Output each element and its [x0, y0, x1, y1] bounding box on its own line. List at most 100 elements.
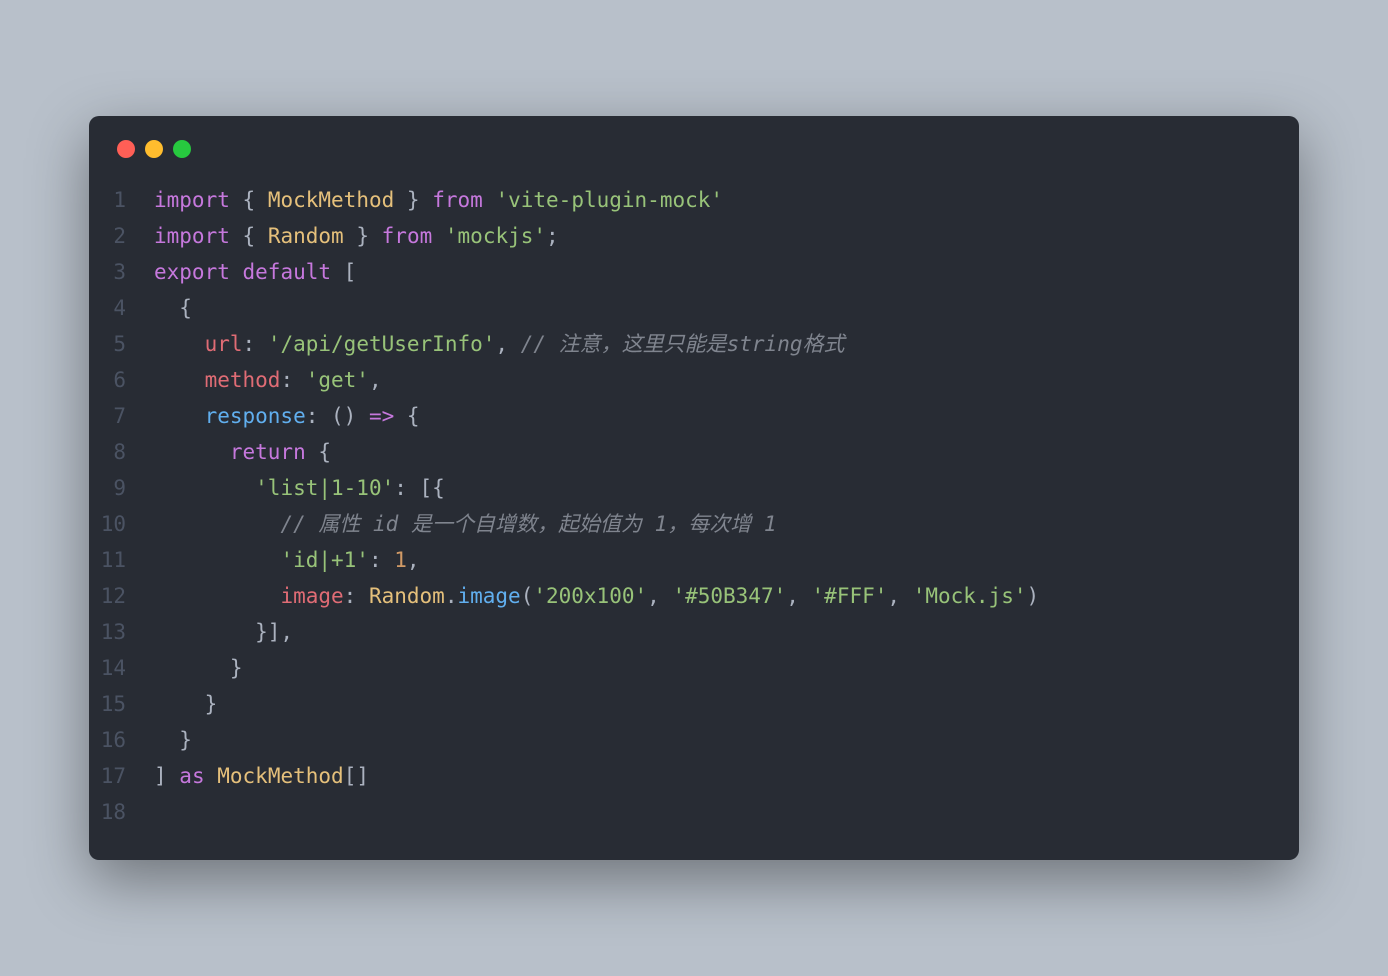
code-token: ] [154, 764, 179, 788]
code-token: , [887, 584, 912, 608]
code-token: ; [546, 224, 559, 248]
code-line: 5 url: '/api/getUserInfo', // 注意，这里只能是st… [89, 326, 1299, 362]
code-token: , [786, 584, 811, 608]
code-line: 6 method: 'get', [89, 362, 1299, 398]
line-content: // 属性 id 是一个自增数，起始值为 1，每次增 1 [154, 506, 777, 542]
line-content: method: 'get', [154, 362, 382, 398]
code-token [356, 404, 369, 428]
code-token: from [382, 224, 433, 248]
line-content: import { MockMethod } from 'vite-plugin-… [154, 182, 723, 218]
code-token: '#50B347' [672, 584, 786, 608]
code-token: { [243, 188, 256, 212]
code-token: MockMethod [268, 188, 394, 212]
code-token: response [205, 404, 306, 428]
line-number: 10 [89, 506, 154, 542]
code-token: import [154, 224, 230, 248]
line-number: 8 [89, 434, 154, 470]
code-token [420, 188, 433, 212]
line-number: 5 [89, 326, 154, 362]
code-editor[interactable]: 1 import { MockMethod } from 'vite-plugin… [89, 182, 1299, 830]
code-token: method [205, 368, 281, 392]
code-token: 'Mock.js' [913, 584, 1027, 608]
code-line: 11 'id|+1': 1, [89, 542, 1299, 578]
code-token: Random [369, 584, 445, 608]
code-token: } [407, 188, 420, 212]
code-token: : [{ [394, 476, 445, 500]
code-token: 'vite-plugin-mock' [495, 188, 723, 212]
code-token: 'id|+1' [280, 548, 369, 572]
code-window: 1 import { MockMethod } from 'vite-plugin… [89, 116, 1299, 860]
code-token: [ [331, 260, 356, 284]
code-line: 12 image: Random.image('200x100', '#50B3… [89, 578, 1299, 614]
code-token: url [205, 332, 243, 356]
code-token: () [331, 404, 356, 428]
code-token [154, 368, 205, 392]
code-token: '/api/getUserInfo' [268, 332, 496, 356]
code-token: Random [268, 224, 344, 248]
line-content: 'list|1-10': [{ [154, 470, 445, 506]
code-token [154, 548, 280, 572]
code-token: 1 [394, 548, 407, 572]
line-number: 15 [89, 686, 154, 722]
code-token: '200x100' [533, 584, 647, 608]
code-line: 10 // 属性 id 是一个自增数，起始值为 1，每次增 1 [89, 506, 1299, 542]
close-icon[interactable] [117, 140, 135, 158]
minimize-icon[interactable] [145, 140, 163, 158]
line-number: 13 [89, 614, 154, 650]
line-number: 4 [89, 290, 154, 326]
code-token: MockMethod [217, 764, 343, 788]
code-token: import [154, 188, 230, 212]
line-content: ] as MockMethod[] [154, 758, 369, 794]
code-token [154, 440, 230, 464]
code-token: image [280, 584, 343, 608]
code-token [154, 512, 280, 536]
code-token [344, 224, 357, 248]
line-content: } [154, 686, 217, 722]
code-line: 16 } [89, 722, 1299, 758]
code-line: 9 'list|1-10': [{ [89, 470, 1299, 506]
line-number: 18 [89, 794, 154, 830]
code-token: } [154, 728, 192, 752]
traffic-lights [89, 140, 1299, 182]
code-token: as [179, 764, 204, 788]
code-token [205, 764, 218, 788]
line-number: 3 [89, 254, 154, 290]
code-token: ) [1026, 584, 1039, 608]
code-line: 15 } [89, 686, 1299, 722]
code-token: : [243, 332, 268, 356]
maximize-icon[interactable] [173, 140, 191, 158]
line-content: export default [ [154, 254, 356, 290]
line-content: response: () => { [154, 398, 420, 434]
code-token: } [154, 656, 243, 680]
code-token: 'list|1-10' [255, 476, 394, 500]
code-token: from [432, 188, 483, 212]
code-token: // 注意，这里只能是string格式 [521, 332, 845, 356]
code-token: , [407, 548, 420, 572]
code-token [230, 188, 243, 212]
code-line: 3export default [ [89, 254, 1299, 290]
code-line: 13 }], [89, 614, 1299, 650]
code-token: : [306, 404, 331, 428]
code-token [255, 188, 268, 212]
code-line: 14 } [89, 650, 1299, 686]
code-token [154, 476, 255, 500]
code-token [230, 224, 243, 248]
code-token: { [306, 440, 331, 464]
code-token: : [369, 548, 394, 572]
code-token: 'get' [306, 368, 369, 392]
code-token: { [154, 296, 192, 320]
code-token: } [356, 224, 369, 248]
code-line: 18 [89, 794, 1299, 830]
line-number: 14 [89, 650, 154, 686]
code-token: 'mockjs' [445, 224, 546, 248]
code-token: default [243, 260, 332, 284]
code-token: , [495, 332, 520, 356]
line-content: } [154, 650, 243, 686]
code-line: 8 return { [89, 434, 1299, 470]
code-token: : [280, 368, 305, 392]
code-token: . [445, 584, 458, 608]
code-token [154, 332, 205, 356]
code-token: : [344, 584, 369, 608]
code-token [255, 224, 268, 248]
line-number: 11 [89, 542, 154, 578]
